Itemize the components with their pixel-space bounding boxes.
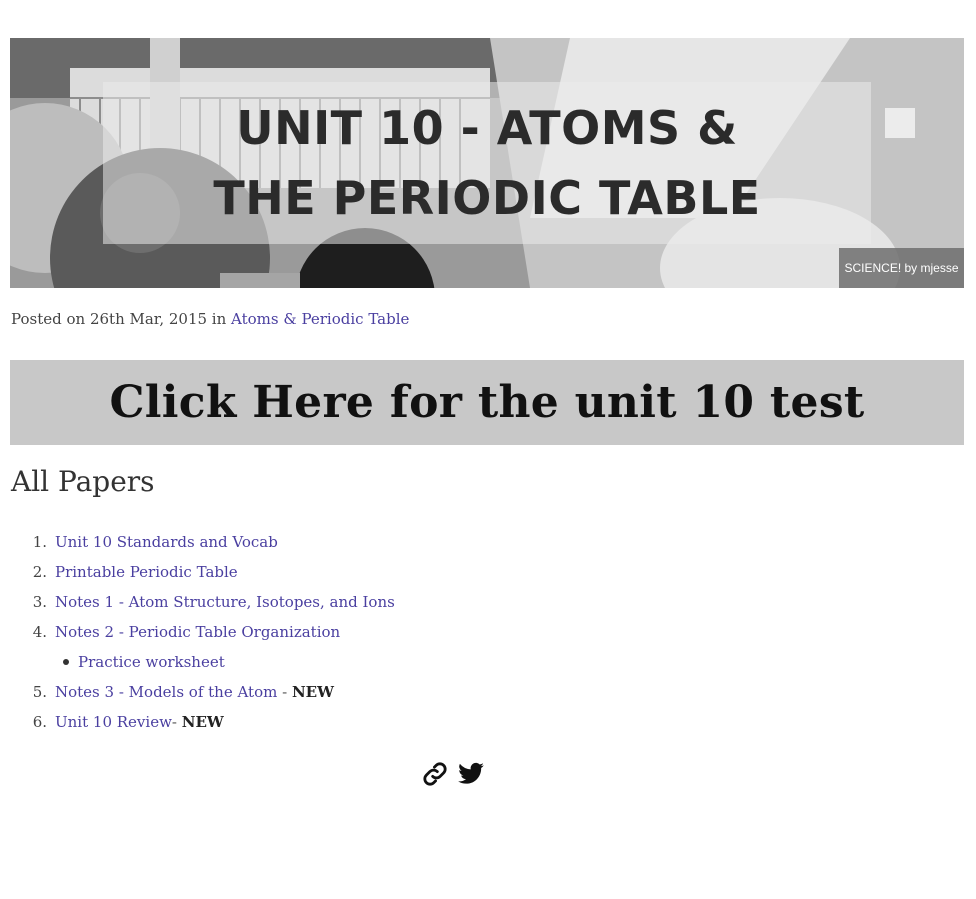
page-title: UNIT 10 - ATOMS & THE PERIODIC TABLE [213, 101, 761, 225]
twitter-icon[interactable] [457, 760, 485, 788]
paper-link[interactable]: Unit 10 Standards and Vocab [55, 533, 278, 551]
list-number: 6. [32, 713, 47, 731]
list-item: 1. Unit 10 Standards and Vocab [11, 530, 911, 560]
papers-list: 1. Unit 10 Standards and Vocab 2. Printa… [11, 530, 911, 740]
new-badge: NEW [291, 683, 334, 701]
link-icon[interactable] [421, 760, 449, 788]
list-item: 3. Notes 1 - Atom Structure, Isotopes, a… [11, 590, 911, 620]
separator: - [171, 713, 182, 731]
list-number: 1. [32, 533, 47, 551]
list-item: 6. Unit 10 Review- NEW [11, 710, 911, 740]
post-meta: Posted on 26th Mar, 2015 in Atoms & Peri… [11, 310, 409, 328]
list-number: 2. [32, 563, 47, 581]
list-number: 4. [32, 623, 47, 641]
paper-link[interactable]: Unit 10 Review [55, 713, 172, 731]
list-item: 5. Notes 3 - Models of the Atom - NEW [11, 680, 911, 710]
list-item: 2. Printable Periodic Table [11, 560, 911, 590]
image-credit: SCIENCE! by mjesse [839, 248, 964, 288]
section-heading: All Papers [11, 465, 155, 498]
paper-link[interactable]: Printable Periodic Table [55, 563, 238, 581]
paper-link[interactable]: Practice worksheet [78, 653, 225, 671]
unit-test-label: Click Here for the unit 10 test [109, 377, 865, 428]
featured-image: UNIT 10 - ATOMS & THE PERIODIC TABLE SCI… [10, 38, 964, 288]
list-item: 4. Notes 2 - Periodic Table Organization [11, 620, 911, 650]
posted-date: Posted on 26th Mar, 2015 in [11, 310, 232, 328]
list-sub-item: Practice worksheet [11, 650, 911, 680]
list-number: 3. [32, 593, 47, 611]
hero-title-box: UNIT 10 - ATOMS & THE PERIODIC TABLE [103, 82, 871, 244]
bullet-icon [63, 659, 69, 665]
paper-link[interactable]: Notes 3 - Models of the Atom [55, 683, 277, 701]
unit-test-button[interactable]: Click Here for the unit 10 test [10, 360, 964, 445]
share-links [421, 758, 487, 790]
list-number: 5. [32, 683, 47, 701]
separator: - [277, 683, 292, 701]
paper-link[interactable]: Notes 1 - Atom Structure, Isotopes, and … [55, 593, 395, 611]
category-link[interactable]: Atoms & Periodic Table [231, 310, 409, 328]
paper-link[interactable]: Notes 2 - Periodic Table Organization [55, 623, 340, 641]
new-badge: NEW [181, 713, 224, 731]
